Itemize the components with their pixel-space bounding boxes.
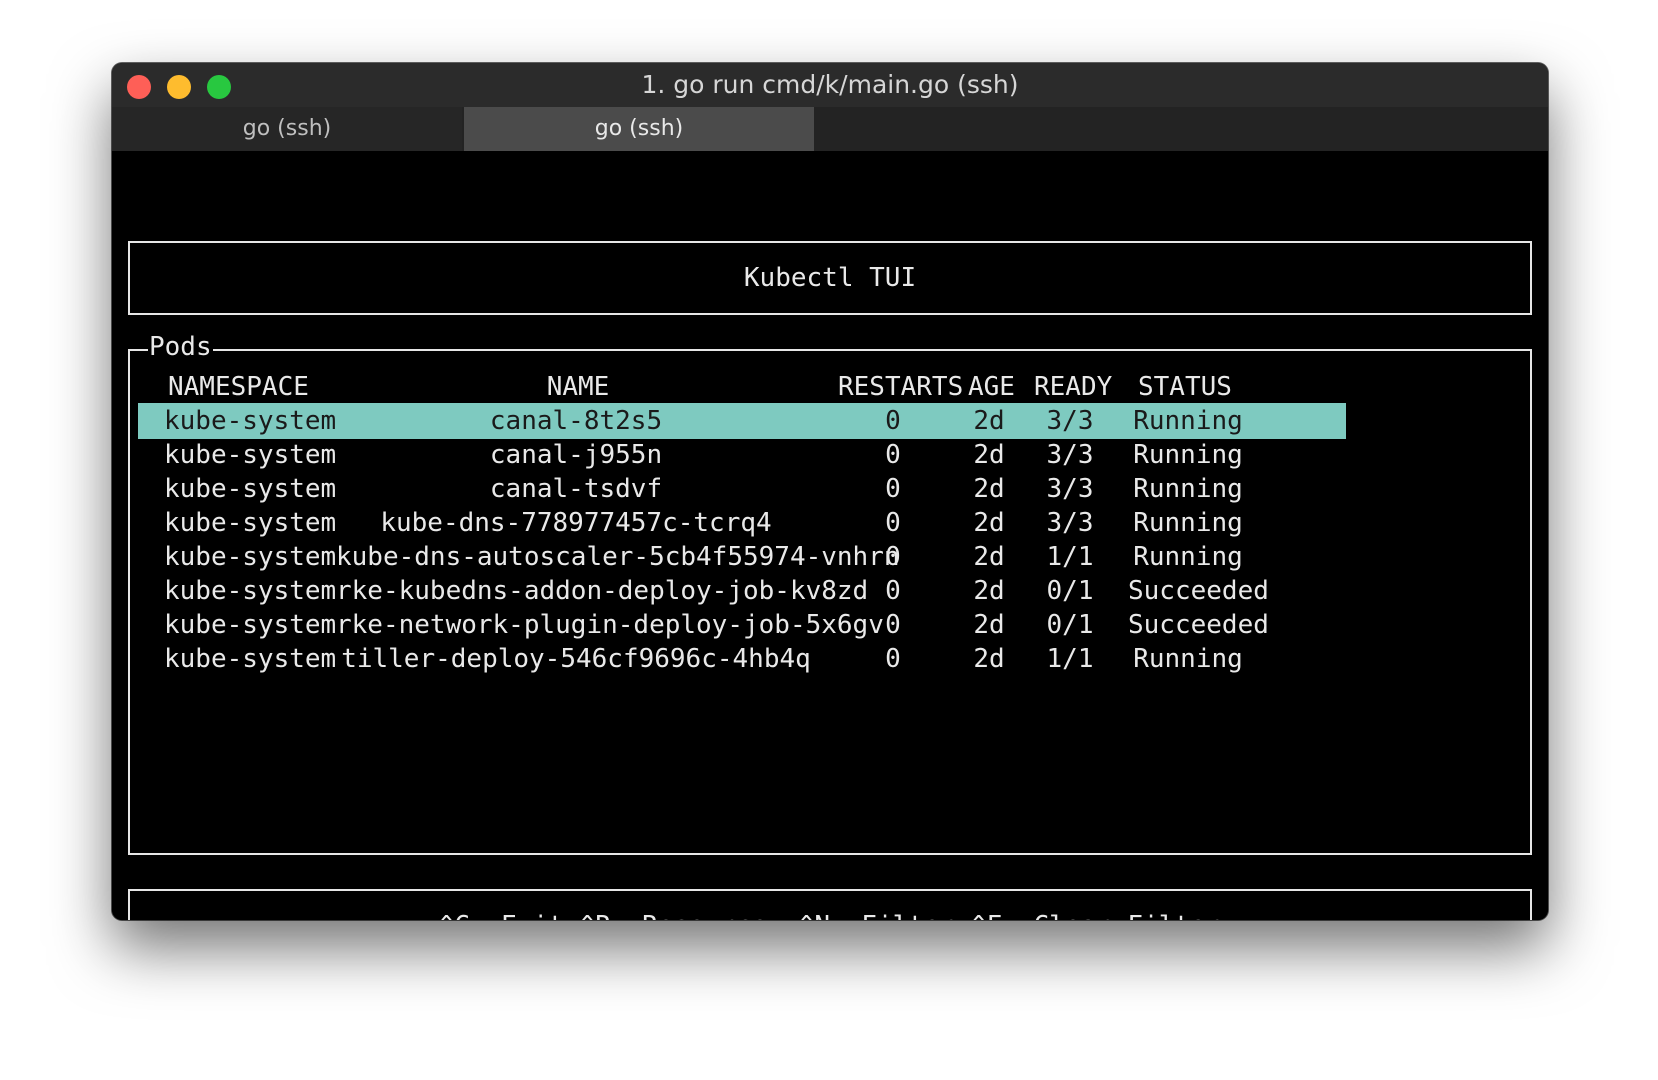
- cell-age: 2d: [973, 440, 1005, 470]
- cell-name: kube-dns-778977457c-tcrq4: [380, 508, 772, 538]
- cell-restarts: 0: [885, 474, 901, 504]
- cell-restarts: 0: [885, 644, 901, 674]
- keybindings-help: ^C: Exit ^R: Resource, ^N: Filter ^F: Cl…: [130, 891, 1530, 920]
- cell-name: rke-kubedns-addon-deploy-job-kv8zd: [336, 576, 869, 606]
- cell-status: Succeeded: [1128, 610, 1269, 640]
- table-row[interactable]: kube-system kube-dns-778977457c-tcrq4 0 …: [138, 505, 1346, 541]
- table-row[interactable]: kube-system kube-dns-autoscaler-5cb4f559…: [138, 539, 1346, 575]
- cell-age: 2d: [973, 406, 1005, 436]
- cell-namespace: kube-system: [164, 440, 337, 470]
- cell-ready: 3/3: [1046, 406, 1094, 436]
- cell-age: 2d: [973, 542, 1005, 572]
- table-header-row: NAMESPACE NAME RESTARTS AGE READY STATUS: [138, 369, 1346, 405]
- cell-name: rke-network-plugin-deploy-job-5x6gv: [336, 610, 884, 640]
- cell-status: Running: [1133, 644, 1243, 674]
- cell-namespace: kube-system: [164, 474, 337, 504]
- cell-ready: 1/1: [1046, 644, 1094, 674]
- cell-name: canal-tsdvf: [489, 474, 663, 504]
- cell-ready: 3/3: [1046, 440, 1094, 470]
- cell-status: Running: [1133, 542, 1243, 572]
- table-row[interactable]: kube-system canal-j955n 0 2d 3/3 Running: [138, 437, 1346, 473]
- terminal-window: 1. go run cmd/k/main.go (ssh) go (ssh) g…: [112, 63, 1548, 920]
- table-row[interactable]: kube-system rke-network-plugin-deploy-jo…: [138, 607, 1346, 643]
- cell-age: 2d: [973, 610, 1005, 640]
- pods-panel-label: Pods: [148, 332, 213, 362]
- col-header-name: NAME: [546, 372, 610, 402]
- cell-namespace: kube-system: [164, 508, 337, 538]
- cell-age: 2d: [973, 474, 1005, 504]
- cell-status: Running: [1133, 440, 1243, 470]
- tab-go-ssh-2[interactable]: go (ssh): [464, 107, 814, 151]
- col-header-namespace: NAMESPACE: [168, 372, 309, 402]
- col-header-status: STATUS: [1138, 372, 1232, 402]
- cell-restarts: 0: [885, 508, 901, 538]
- cell-restarts: 0: [885, 576, 901, 606]
- cell-age: 2d: [973, 508, 1005, 538]
- cell-restarts: 0: [885, 542, 901, 572]
- cell-namespace: kube-system: [164, 406, 337, 436]
- cell-ready: 3/3: [1046, 474, 1094, 504]
- cell-restarts: 0: [885, 610, 901, 640]
- cell-ready: 3/3: [1046, 508, 1094, 538]
- table-row-selected[interactable]: kube-system canal-8t2s5 0 2d 3/3 Running: [138, 403, 1346, 439]
- cell-status: Running: [1133, 508, 1243, 538]
- cell-ready: 0/1: [1046, 576, 1094, 606]
- cell-age: 2d: [973, 576, 1005, 606]
- cell-namespace: kube-system: [164, 610, 337, 640]
- tab-go-ssh-1[interactable]: go (ssh): [112, 107, 462, 151]
- cell-status: Running: [1133, 474, 1243, 504]
- keybindings-footer: ^C: Exit ^R: Resource, ^N: Filter ^F: Cl…: [128, 889, 1532, 920]
- cell-status: Running: [1133, 406, 1243, 436]
- table-row[interactable]: kube-system rke-kubedns-addon-deploy-job…: [138, 573, 1346, 609]
- cell-ready: 0/1: [1046, 610, 1094, 640]
- cell-ready: 1/1: [1046, 542, 1094, 572]
- table-row[interactable]: kube-system canal-tsdvf 0 2d 3/3 Running: [138, 471, 1346, 507]
- cell-namespace: kube-system: [164, 542, 337, 572]
- cell-name: canal-j955n: [489, 440, 663, 470]
- table-row[interactable]: kube-system tiller-deploy-546cf9696c-4hb…: [138, 641, 1346, 677]
- cell-namespace: kube-system: [164, 644, 337, 674]
- cell-restarts: 0: [885, 440, 901, 470]
- col-header-restarts: RESTARTS: [838, 372, 964, 402]
- terminal-content[interactable]: Kubectl TUI Pods NAMESPACE NAME RESTARTS…: [112, 151, 1548, 920]
- cell-name: tiller-deploy-546cf9696c-4hb4q: [341, 644, 811, 674]
- window-title: 1. go run cmd/k/main.go (ssh): [641, 70, 1019, 99]
- cell-name: canal-8t2s5: [489, 406, 663, 436]
- cell-name: kube-dns-autoscaler-5cb4f55974-vnhrn: [336, 542, 900, 572]
- app-title: Kubectl TUI: [743, 263, 917, 293]
- col-header-age: AGE: [968, 372, 1015, 402]
- cell-age: 2d: [973, 644, 1005, 674]
- cell-restarts: 0: [885, 406, 901, 436]
- title-bar[interactable]: 1. go run cmd/k/main.go (ssh): [112, 63, 1548, 107]
- app-header-box: Kubectl TUI: [128, 241, 1532, 315]
- tab-bar: go (ssh) go (ssh): [112, 107, 1548, 151]
- col-header-ready: READY: [1034, 372, 1113, 402]
- cell-namespace: kube-system: [164, 576, 337, 606]
- cell-status: Succeeded: [1128, 576, 1269, 606]
